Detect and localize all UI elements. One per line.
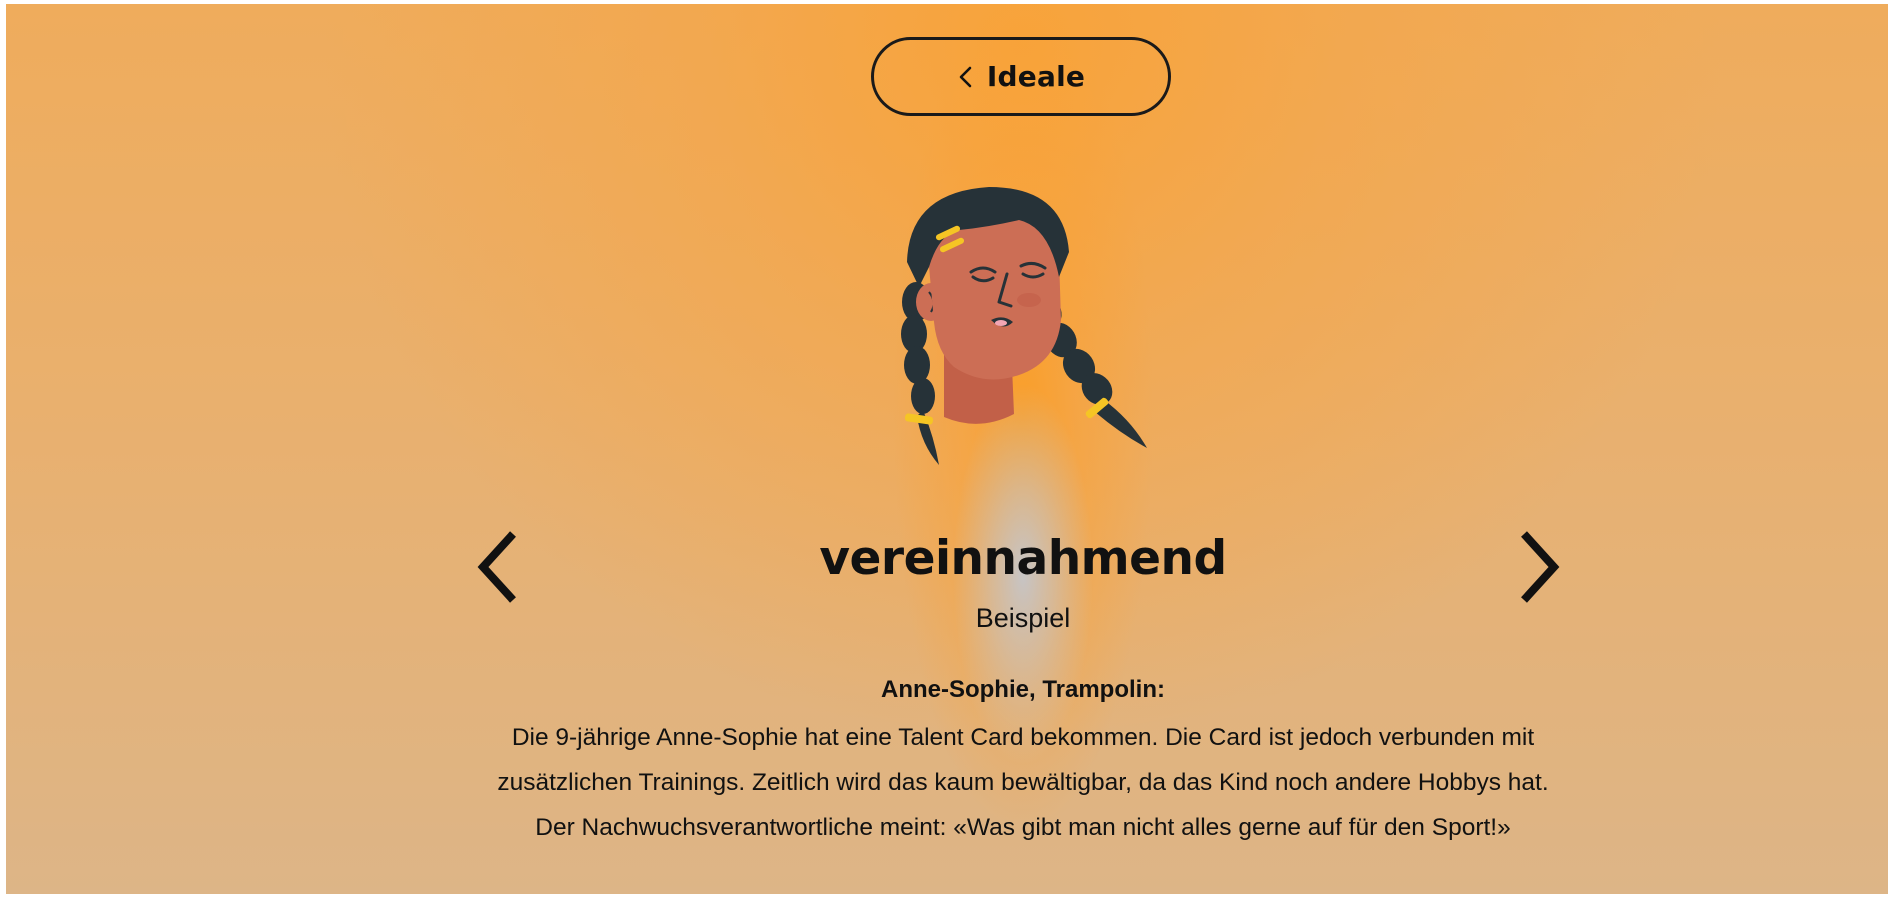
back-to-ideale-button[interactable]: Ideale [871,37,1171,116]
chevron-left-icon [959,66,972,87]
previous-chevron-left-icon[interactable] [471,522,531,612]
avatar [901,187,1147,465]
page: Ideale vereinnahmend Beispiel Anne-Sophi… [6,4,1888,894]
card-title: vereinnahmend [819,531,1227,586]
example-text: Die 9-jährige Anne-Sophie hat eine Talen… [497,724,1549,841]
example-heading: Anne-Sophie, Trampolin: [880,676,1165,703]
card-subtitle: Beispiel [975,603,1071,633]
back-button-label: Ideale [986,60,1086,93]
next-chevron-right-icon[interactable] [1506,522,1566,612]
